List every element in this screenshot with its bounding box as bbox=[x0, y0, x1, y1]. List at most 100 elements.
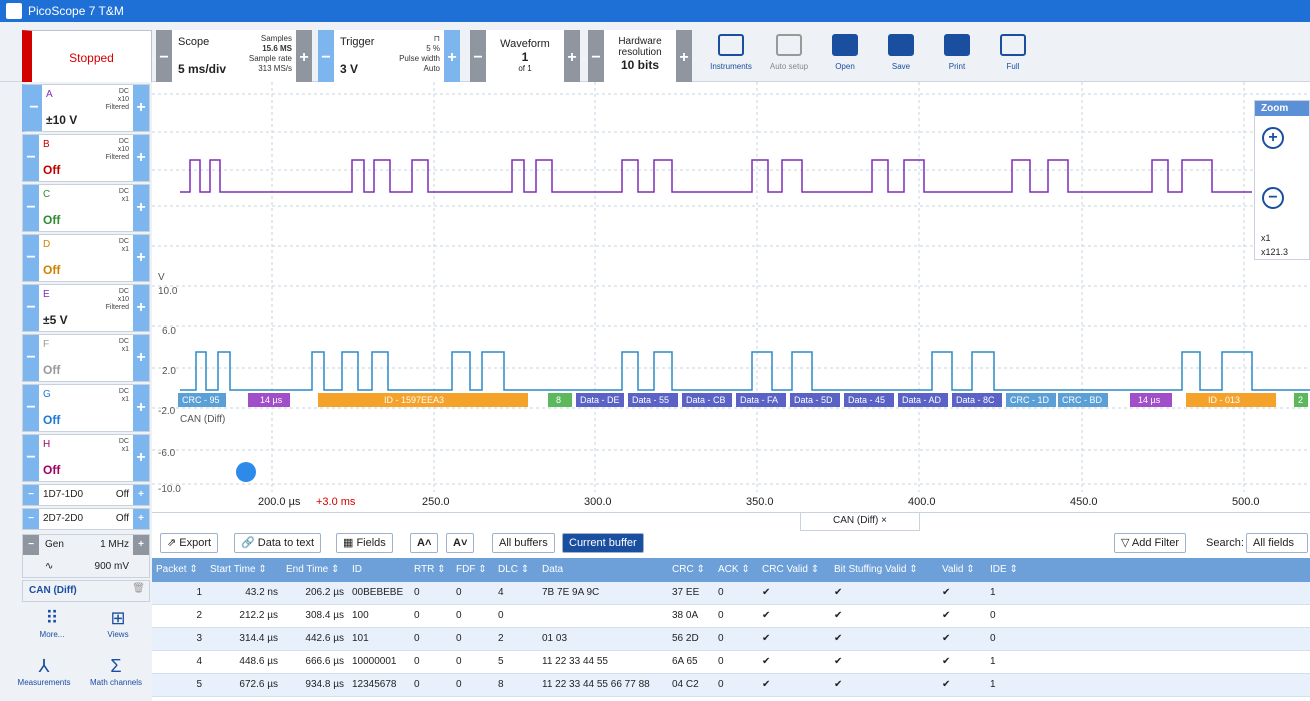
channel-e-decrease[interactable]: − bbox=[23, 285, 39, 331]
channel-c[interactable]: − C DC x1 Off + bbox=[22, 184, 150, 232]
channel-h-decrease[interactable]: − bbox=[23, 435, 39, 481]
channel-c-increase[interactable]: + bbox=[133, 185, 149, 231]
channel-g-increase[interactable]: + bbox=[133, 385, 149, 431]
table-row[interactable]: 1 43.2 ns 206.2 µs 00BEBEBE 0 0 4 7B 7E … bbox=[152, 582, 1310, 605]
header-ide[interactable]: IDE ⇕ bbox=[986, 558, 1030, 582]
channel-b-decrease[interactable]: − bbox=[23, 135, 39, 181]
run-stop-button[interactable]: Stopped bbox=[22, 30, 152, 86]
trigger-info: ⊓ 5 % Pulse width Auto bbox=[399, 34, 440, 73]
channel-f-settings: DC x1 bbox=[118, 338, 129, 353]
views-button[interactable]: ⊞ Views bbox=[86, 606, 150, 650]
add-filter-button[interactable]: ▽ Add Filter bbox=[1114, 533, 1186, 553]
resolution-increase-button[interactable]: + bbox=[676, 30, 692, 86]
header-bit-stuffing-valid[interactable]: Bit Stuffing Valid ⇕ bbox=[830, 558, 938, 582]
header-dlc[interactable]: DLC ⇕ bbox=[494, 558, 538, 582]
decode-segment: Data - AD bbox=[902, 395, 942, 405]
waveform-value: 1 bbox=[521, 50, 529, 64]
timebase-decrease-button[interactable]: − bbox=[156, 30, 172, 86]
scope-view[interactable]: CRC - 95 14 µs ID - 1597EEA3 8 Data - DE… bbox=[152, 82, 1310, 512]
digital-port-2[interactable]: −2D7-2D0 Off + bbox=[22, 508, 150, 530]
waveform-next-button[interactable]: + bbox=[564, 30, 580, 86]
channel-g[interactable]: − G DC x1 Off + bbox=[22, 384, 150, 432]
channel-e-name: E bbox=[43, 289, 50, 300]
generator[interactable]: − Gen 1 MHz + ∿ 900 mV bbox=[22, 534, 150, 578]
delete-decoder-icon[interactable]: 🗑 bbox=[132, 583, 145, 594]
current-buffer-button[interactable]: Current buffer bbox=[562, 533, 644, 553]
channel-c-decrease[interactable]: − bbox=[23, 185, 39, 231]
all-buffers-button[interactable]: All buffers bbox=[492, 533, 555, 553]
channel-d[interactable]: − D DC x1 Off + bbox=[22, 234, 150, 282]
header-id[interactable]: ID bbox=[348, 558, 410, 582]
more-button[interactable]: ⠿ More... bbox=[20, 606, 84, 650]
channel-a[interactable]: − A DC x10 Filtered ±10 V + bbox=[22, 84, 150, 132]
channel-f-increase[interactable]: + bbox=[133, 335, 149, 381]
channel-e[interactable]: − E DC x10 Filtered ±5 V + bbox=[22, 284, 150, 332]
table-row[interactable]: 2 212.2 µs 308.4 µs 100 0 0 0 38 0A 0 ✔ … bbox=[152, 605, 1310, 628]
waveform-prev-button[interactable]: − bbox=[470, 30, 486, 86]
table-row[interactable]: 4 448.6 µs 666.6 µs 10000001 0 0 5 11 22… bbox=[152, 651, 1310, 674]
trigger-increase-button[interactable]: + bbox=[444, 30, 460, 86]
x-tick: 250.0 bbox=[422, 496, 450, 508]
decode-segment: Data - 55 bbox=[632, 395, 669, 405]
export-button[interactable]: ⇗ Export bbox=[160, 533, 219, 553]
digital-port-1[interactable]: −1D7-1D0 Off + bbox=[22, 484, 150, 506]
folder-icon bbox=[832, 34, 858, 56]
header-start-time[interactable]: Start Time ⇕ bbox=[206, 558, 282, 582]
zoom-in-button[interactable]: + bbox=[1262, 127, 1284, 149]
channel-d-decrease[interactable]: − bbox=[23, 235, 39, 281]
full-screen-button[interactable]: Full bbox=[978, 30, 1048, 86]
trigger-level[interactable]: 3 V bbox=[340, 62, 358, 76]
header-crc[interactable]: CRC ⇕ bbox=[668, 558, 714, 582]
header-data[interactable]: Data bbox=[538, 558, 668, 582]
measurements-button[interactable]: ⅄ Measurements bbox=[6, 654, 82, 698]
decode-segment: CRC - 95 bbox=[182, 395, 220, 405]
channel-g-settings: DC x1 bbox=[118, 388, 129, 403]
header-crc-valid[interactable]: CRC Valid ⇕ bbox=[758, 558, 830, 582]
channel-f[interactable]: − F DC x1 Off + bbox=[22, 334, 150, 382]
header-end-time[interactable]: End Time ⇕ bbox=[282, 558, 348, 582]
zoom-x: x1 bbox=[1261, 233, 1271, 243]
channel-f-decrease[interactable]: − bbox=[23, 335, 39, 381]
decode-segment: CRC - 1D bbox=[1010, 395, 1050, 405]
instruments-icon bbox=[718, 34, 744, 56]
trigger-decrease-button[interactable]: − bbox=[318, 30, 334, 86]
header-ack[interactable]: ACK ⇕ bbox=[714, 558, 758, 582]
decode-segment: Data - 5D bbox=[794, 395, 833, 405]
waveform-group: − Waveform 1 of 1 + bbox=[470, 30, 580, 86]
header-packet[interactable]: Packet ⇕ bbox=[152, 558, 206, 582]
zoom-panel: Zoom + − x1 x121.3 bbox=[1254, 100, 1310, 260]
save-icon bbox=[888, 34, 914, 56]
channel-d-increase[interactable]: + bbox=[133, 235, 149, 281]
header-rtr[interactable]: RTR ⇕ bbox=[410, 558, 452, 582]
channel-h[interactable]: − H DC x1 Off + bbox=[22, 434, 150, 482]
header-valid[interactable]: Valid ⇕ bbox=[938, 558, 986, 582]
timebase-increase-button[interactable]: + bbox=[296, 30, 312, 86]
channel-h-increase[interactable]: + bbox=[133, 435, 149, 481]
channel-a-decrease[interactable]: − bbox=[26, 85, 42, 131]
zoom-out-button[interactable]: − bbox=[1262, 187, 1284, 209]
data-to-text-button[interactable]: 🔗 Data to text bbox=[234, 533, 322, 553]
channel-g-decrease[interactable]: − bbox=[23, 385, 39, 431]
table-row[interactable]: 5 672.6 µs 934.8 µs 12345678 0 0 8 11 22… bbox=[152, 674, 1310, 697]
fields-button[interactable]: ▦ Fields bbox=[336, 533, 393, 553]
table-row[interactable]: 3 314.4 µs 442.6 µs 101 0 0 2 01 03 56 2… bbox=[152, 628, 1310, 651]
decoder-can-diff[interactable]: CAN (Diff) 🗑 bbox=[22, 580, 150, 602]
app-window: PicoScope 7 T&M Stopped − Scope 5 ms/div… bbox=[0, 0, 1310, 701]
y-tick: -6.0 bbox=[158, 448, 176, 459]
channel-a-increase[interactable]: + bbox=[133, 85, 149, 131]
channel-b[interactable]: − B DC x10 Filtered Off + bbox=[22, 134, 150, 182]
math-channels-button[interactable]: Σ Math channels bbox=[80, 654, 152, 698]
channel-e-increase[interactable]: + bbox=[133, 285, 149, 331]
header-fdf[interactable]: FDF ⇕ bbox=[452, 558, 494, 582]
channel-g-range: Off bbox=[43, 413, 61, 427]
resolution-decrease-button[interactable]: − bbox=[588, 30, 604, 86]
channel-c-name: C bbox=[43, 189, 51, 200]
channel-b-increase[interactable]: + bbox=[133, 135, 149, 181]
sine-icon: ∿ bbox=[45, 561, 54, 572]
tab-can-diff[interactable]: CAN (Diff) × bbox=[800, 513, 920, 531]
search-field-select[interactable]: All fields bbox=[1246, 533, 1308, 553]
increase-font-button[interactable]: A˄ bbox=[410, 533, 439, 553]
timebase-value[interactable]: 5 ms/div bbox=[178, 62, 226, 76]
decrease-font-button[interactable]: A˅ bbox=[446, 533, 475, 553]
channel-h-settings: DC x1 bbox=[118, 438, 129, 453]
